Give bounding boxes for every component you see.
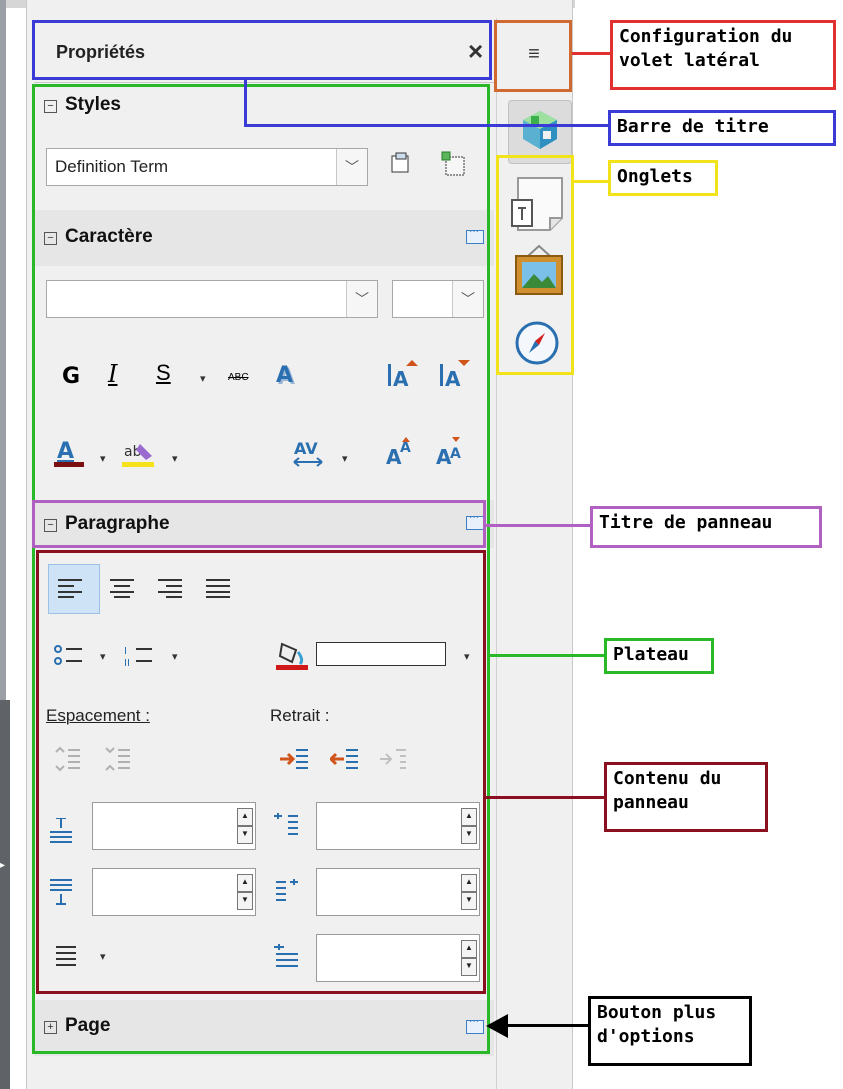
callout-deck: Plateau [604, 638, 714, 674]
callout-tabs: Onglets [608, 160, 718, 196]
connector-config [572, 52, 610, 55]
connector-titlebar-v [244, 80, 247, 126]
connector-titlebar-h [244, 124, 608, 127]
callout-config: Configuration du volet latéral [610, 20, 836, 90]
connector-more-options [506, 1024, 588, 1027]
callout-titlebar: Barre de titre [608, 110, 836, 146]
annotation-box-tabs [496, 155, 574, 375]
connector-panel-content [486, 796, 604, 799]
callout-more-options: Bouton plus d'options [588, 996, 752, 1066]
cube-icon [523, 111, 557, 149]
connector-tabs [574, 180, 608, 183]
callout-panel-title: Titre de panneau [590, 506, 822, 548]
connector-panel-title [486, 524, 590, 527]
annotation-box-config [494, 20, 572, 92]
annotation-box-panel-title [32, 500, 486, 548]
callout-panel-content: Contenu du panneau [604, 762, 768, 832]
connector-deck [490, 654, 604, 657]
document-edge-dark [0, 700, 10, 1089]
titlebar-separator [34, 82, 494, 83]
annotation-box-titlebar [32, 20, 492, 80]
collapse-handle-icon[interactable]: ▸ [0, 860, 10, 880]
arrow-head-icon [486, 1014, 508, 1038]
annotation-box-panel-content [36, 550, 486, 994]
